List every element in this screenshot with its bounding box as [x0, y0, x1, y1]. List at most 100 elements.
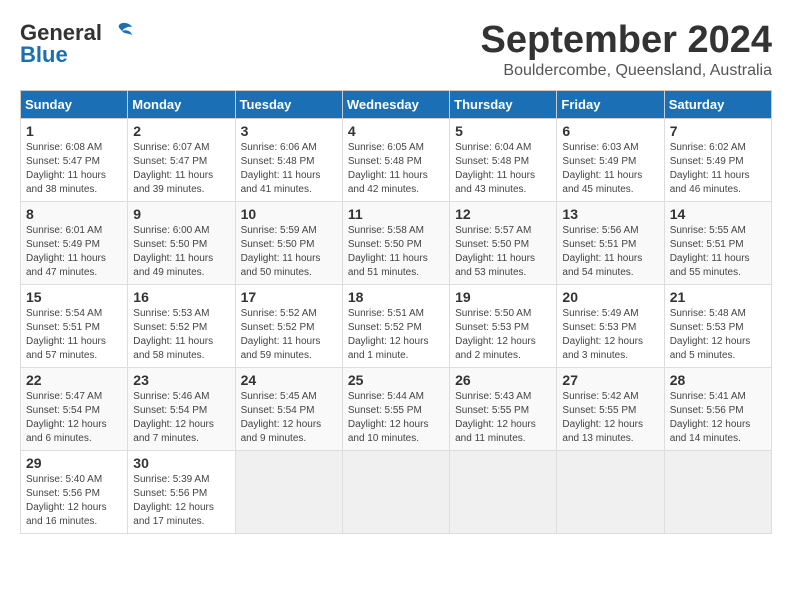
day-info: Sunrise: 6:02 AM Sunset: 5:49 PM Dayligh… — [670, 141, 766, 197]
day-info: Sunrise: 5:44 AM Sunset: 5:55 PM Dayligh… — [348, 390, 444, 446]
calendar-day-cell: 25 Sunrise: 5:44 AM Sunset: 5:55 PM Dayli… — [342, 367, 449, 450]
day-number: 27 — [562, 372, 658, 388]
calendar-day-cell: 17 Sunrise: 5:52 AM Sunset: 5:52 PM Dayli… — [235, 284, 342, 367]
day-number: 7 — [670, 123, 766, 139]
weekday-header-tuesday: Tuesday — [235, 90, 342, 118]
calendar-day-cell: 30 Sunrise: 5:39 AM Sunset: 5:56 PM Dayli… — [128, 450, 235, 533]
day-info: Sunrise: 5:55 AM Sunset: 5:51 PM Dayligh… — [670, 224, 766, 280]
calendar-day-cell: 11 Sunrise: 5:58 AM Sunset: 5:50 PM Dayli… — [342, 201, 449, 284]
day-info: Sunrise: 5:54 AM Sunset: 5:51 PM Dayligh… — [26, 307, 122, 363]
location: Bouldercombe, Queensland, Australia — [481, 62, 773, 80]
calendar-day-cell: 24Sunrise: 5:45 AM Sunset: 5:54 PM Dayli… — [235, 367, 342, 450]
weekday-header-friday: Friday — [557, 90, 664, 118]
weekday-header-wednesday: Wednesday — [342, 90, 449, 118]
day-number: 20 — [562, 289, 658, 305]
day-number: 22 — [26, 372, 122, 388]
calendar-day-cell: 12 Sunrise: 5:57 AM Sunset: 5:50 PM Dayli… — [450, 201, 557, 284]
day-info: Sunrise: 5:58 AM Sunset: 5:50 PM Dayligh… — [348, 224, 444, 280]
calendar-day-cell: 26 Sunrise: 5:43 AM Sunset: 5:55 PM Dayli… — [450, 367, 557, 450]
calendar-day-cell — [342, 450, 449, 533]
calendar-day-cell: 19Sunrise: 5:50 AM Sunset: 5:53 PM Dayli… — [450, 284, 557, 367]
day-info: Sunrise: 5:46 AM Sunset: 5:54 PM Dayligh… — [133, 390, 229, 446]
calendar-body: 1 Sunrise: 6:08 AM Sunset: 5:47 PM Daylig… — [21, 118, 772, 533]
calendar-week-row: 1 Sunrise: 6:08 AM Sunset: 5:47 PM Daylig… — [21, 118, 772, 201]
calendar-week-row: 22 Sunrise: 5:47 AM Sunset: 5:54 PM Dayli… — [21, 367, 772, 450]
calendar-day-cell: 7 Sunrise: 6:02 AM Sunset: 5:49 PM Daylig… — [664, 118, 771, 201]
calendar-day-cell: 5Sunrise: 6:04 AM Sunset: 5:48 PM Daylig… — [450, 118, 557, 201]
day-info: Sunrise: 5:41 AM Sunset: 5:56 PM Dayligh… — [670, 390, 766, 446]
day-info: Sunrise: 6:05 AM Sunset: 5:48 PM Dayligh… — [348, 141, 444, 197]
day-info: Sunrise: 5:53 AM Sunset: 5:52 PM Dayligh… — [133, 307, 229, 363]
logo: General Blue — [20, 20, 134, 68]
day-info: Sunrise: 5:47 AM Sunset: 5:54 PM Dayligh… — [26, 390, 122, 446]
calendar-day-cell — [664, 450, 771, 533]
day-number: 25 — [348, 372, 444, 388]
day-info: Sunrise: 5:40 AM Sunset: 5:56 PM Dayligh… — [26, 473, 122, 529]
day-number: 2 — [133, 123, 229, 139]
day-info: Sunrise: 6:08 AM Sunset: 5:47 PM Dayligh… — [26, 141, 122, 197]
title-block: September 2024 Bouldercombe, Queensland,… — [481, 20, 773, 80]
weekday-header-row: SundayMondayTuesdayWednesdayThursdayFrid… — [21, 90, 772, 118]
day-info: Sunrise: 5:43 AM Sunset: 5:55 PM Dayligh… — [455, 390, 551, 446]
day-number: 17 — [241, 289, 337, 305]
day-info: Sunrise: 5:39 AM Sunset: 5:56 PM Dayligh… — [133, 473, 229, 529]
day-info: Sunrise: 6:03 AM Sunset: 5:49 PM Dayligh… — [562, 141, 658, 197]
day-info: Sunrise: 6:07 AM Sunset: 5:47 PM Dayligh… — [133, 141, 229, 197]
weekday-header-monday: Monday — [128, 90, 235, 118]
calendar-day-cell: 22 Sunrise: 5:47 AM Sunset: 5:54 PM Dayli… — [21, 367, 128, 450]
calendar-day-cell: 14 Sunrise: 5:55 AM Sunset: 5:51 PM Dayli… — [664, 201, 771, 284]
day-info: Sunrise: 5:52 AM Sunset: 5:52 PM Dayligh… — [241, 307, 337, 363]
weekday-header-thursday: Thursday — [450, 90, 557, 118]
day-number: 4 — [348, 123, 444, 139]
calendar-day-cell: 23 Sunrise: 5:46 AM Sunset: 5:54 PM Dayli… — [128, 367, 235, 450]
day-number: 10 — [241, 206, 337, 222]
day-info: Sunrise: 5:49 AM Sunset: 5:53 PM Dayligh… — [562, 307, 658, 363]
day-number: 24 — [241, 372, 337, 388]
day-number: 12 — [455, 206, 551, 222]
calendar-day-cell: 29 Sunrise: 5:40 AM Sunset: 5:56 PM Dayli… — [21, 450, 128, 533]
calendar-day-cell: 2 Sunrise: 6:07 AM Sunset: 5:47 PM Daylig… — [128, 118, 235, 201]
calendar-day-cell: 4 Sunrise: 6:05 AM Sunset: 5:48 PM Daylig… — [342, 118, 449, 201]
weekday-header-sunday: Sunday — [21, 90, 128, 118]
day-number: 1 — [26, 123, 122, 139]
calendar-day-cell: 1 Sunrise: 6:08 AM Sunset: 5:47 PM Daylig… — [21, 118, 128, 201]
day-number: 28 — [670, 372, 766, 388]
calendar-day-cell — [450, 450, 557, 533]
day-number: 16 — [133, 289, 229, 305]
calendar-day-cell: 3 Sunrise: 6:06 AM Sunset: 5:48 PM Daylig… — [235, 118, 342, 201]
day-info: Sunrise: 5:50 AM Sunset: 5:53 PM Dayligh… — [455, 307, 551, 363]
calendar-week-row: 15 Sunrise: 5:54 AM Sunset: 5:51 PM Dayli… — [21, 284, 772, 367]
day-number: 23 — [133, 372, 229, 388]
logo-bird-icon — [104, 21, 134, 45]
day-number: 11 — [348, 206, 444, 222]
calendar-day-cell — [235, 450, 342, 533]
calendar-day-cell: 10 Sunrise: 5:59 AM Sunset: 5:50 PM Dayli… — [235, 201, 342, 284]
day-info: Sunrise: 6:00 AM Sunset: 5:50 PM Dayligh… — [133, 224, 229, 280]
day-number: 30 — [133, 455, 229, 471]
day-number: 6 — [562, 123, 658, 139]
day-number: 15 — [26, 289, 122, 305]
day-info: Sunrise: 5:59 AM Sunset: 5:50 PM Dayligh… — [241, 224, 337, 280]
day-info: Sunrise: 6:01 AM Sunset: 5:49 PM Dayligh… — [26, 224, 122, 280]
calendar-day-cell: 9Sunrise: 6:00 AM Sunset: 5:50 PM Daylig… — [128, 201, 235, 284]
day-info: Sunrise: 6:04 AM Sunset: 5:48 PM Dayligh… — [455, 141, 551, 197]
day-info: Sunrise: 5:56 AM Sunset: 5:51 PM Dayligh… — [562, 224, 658, 280]
calendar-day-cell: 16 Sunrise: 5:53 AM Sunset: 5:52 PM Dayli… — [128, 284, 235, 367]
calendar-day-cell: 20 Sunrise: 5:49 AM Sunset: 5:53 PM Dayli… — [557, 284, 664, 367]
day-number: 21 — [670, 289, 766, 305]
day-number: 14 — [670, 206, 766, 222]
day-number: 18 — [348, 289, 444, 305]
day-number: 3 — [241, 123, 337, 139]
logo-blue-text: Blue — [20, 42, 68, 68]
calendar-week-row: 8Sunrise: 6:01 AM Sunset: 5:49 PM Daylig… — [21, 201, 772, 284]
day-info: Sunrise: 5:57 AM Sunset: 5:50 PM Dayligh… — [455, 224, 551, 280]
day-info: Sunrise: 5:42 AM Sunset: 5:55 PM Dayligh… — [562, 390, 658, 446]
day-info: Sunrise: 6:06 AM Sunset: 5:48 PM Dayligh… — [241, 141, 337, 197]
day-info: Sunrise: 5:48 AM Sunset: 5:53 PM Dayligh… — [670, 307, 766, 363]
day-number: 29 — [26, 455, 122, 471]
calendar-day-cell: 13Sunrise: 5:56 AM Sunset: 5:51 PM Dayli… — [557, 201, 664, 284]
calendar-day-cell: 18Sunrise: 5:51 AM Sunset: 5:52 PM Dayli… — [342, 284, 449, 367]
calendar-day-cell: 27 Sunrise: 5:42 AM Sunset: 5:55 PM Dayli… — [557, 367, 664, 450]
day-number: 26 — [455, 372, 551, 388]
calendar-week-row: 29 Sunrise: 5:40 AM Sunset: 5:56 PM Dayli… — [21, 450, 772, 533]
